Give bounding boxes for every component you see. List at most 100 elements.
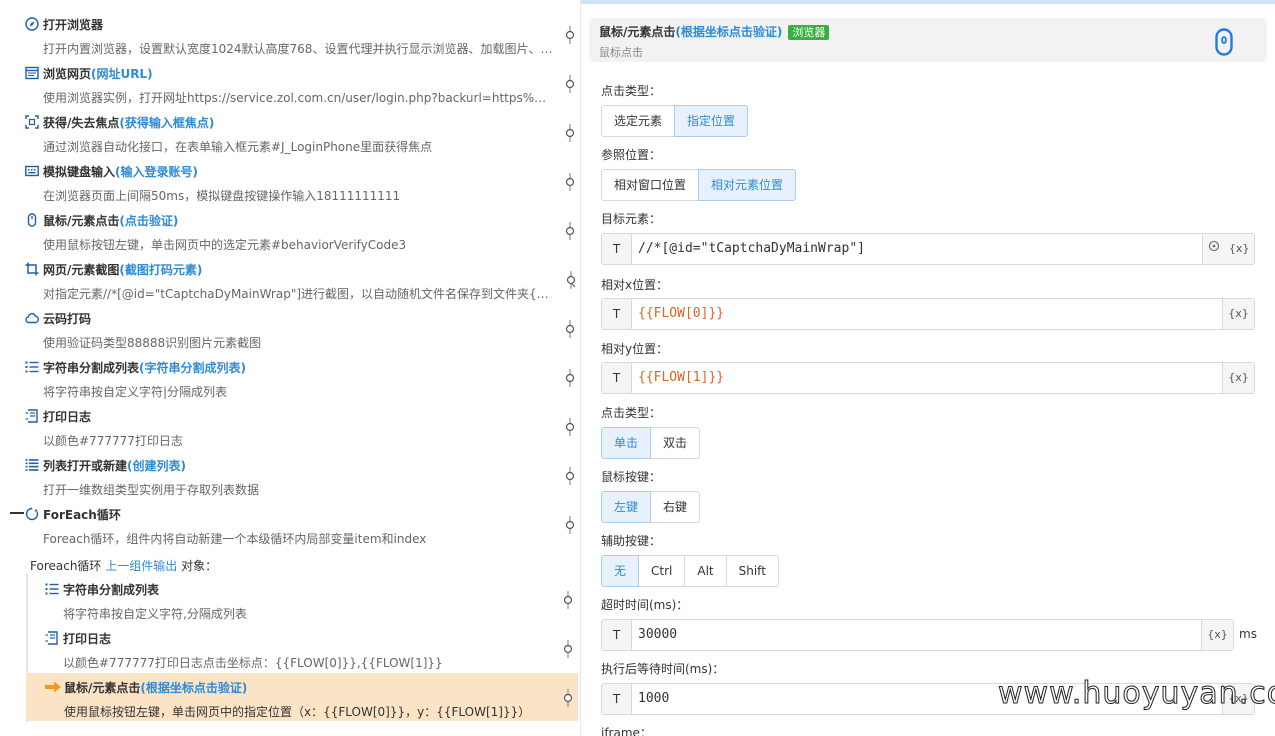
- type-text-icon[interactable]: T: [602, 363, 632, 393]
- connector-knob-icon[interactable]: [565, 369, 575, 387]
- flow-item-subtitle: (字符串分割成列表): [139, 361, 246, 375]
- timeout-unit: ms: [1239, 627, 1257, 641]
- relative-y-input[interactable]: {{FLOW[1]}}: [632, 363, 1222, 393]
- variable-button[interactable]: {x}: [1229, 234, 1250, 264]
- modifier-shift-button[interactable]: Shift: [725, 555, 779, 587]
- flow-item-title: 获得/失去焦点: [43, 116, 120, 130]
- relative-x-field[interactable]: T {{FLOW[0]}} {x}: [601, 298, 1255, 330]
- foreach-suffix: 对象：: [181, 559, 218, 573]
- flow-item-desc: 以颜色#777777打印日志点击坐标点：{{FLOW[0]}},{{FLOW[1…: [63, 656, 443, 670]
- flow-item-desc: 通过浏览器自动化接口，在表单输入框元素#J_LoginPhone里面获得焦点: [43, 140, 433, 154]
- type-text-icon[interactable]: T: [602, 234, 632, 264]
- flow-item-browse-page[interactable]: 浏览网页(网址URL) 使用浏览器实例，打开网址https://service.…: [24, 59, 580, 107]
- wait-after-label: 执行后等待时间(ms)：: [601, 662, 725, 676]
- foreach-prefix: Foreach循环: [30, 559, 102, 573]
- flow-item-title: 网页/元素截图: [43, 263, 120, 277]
- iframe-label: iframe：: [601, 726, 652, 736]
- variable-button[interactable]: {x}: [1201, 620, 1233, 650]
- click-type-element-button[interactable]: 选定元素: [601, 105, 676, 137]
- flow-item-captcha[interactable]: 云码打码 使用验证码类型88888识别图片元素截图: [24, 304, 580, 352]
- right-button[interactable]: 右键: [650, 491, 701, 523]
- target-element-field[interactable]: T //*[@id="tCaptchaDyMainWrap"] {x}: [601, 233, 1255, 265]
- relative-x-label: 相对x位置：: [601, 278, 669, 292]
- element-picker-icon[interactable]: [1208, 234, 1220, 264]
- flow-item-subtitle: (根据坐标点击验证): [140, 681, 248, 695]
- target-element-input[interactable]: //*[@id="tCaptchaDyMainWrap"]: [632, 234, 1202, 264]
- modifier-alt-button[interactable]: Alt: [684, 555, 727, 587]
- list-numbered-icon: [25, 360, 39, 374]
- timeout-input[interactable]: 30000: [632, 620, 1201, 650]
- flow-item-subtitle: (点击验证): [119, 214, 179, 228]
- mouse-button-group: 左键 右键: [601, 491, 701, 523]
- mouse-icon: [1215, 28, 1233, 56]
- flow-item-desc: 打开内置浏览器，设置默认宽度1024默认高度768、设置代理并执行显示浏览器、加…: [43, 42, 553, 56]
- single-click-button[interactable]: 单击: [601, 427, 652, 459]
- flow-item-title: 模拟键盘输入: [43, 165, 116, 179]
- relative-x-input[interactable]: {{FLOW[0]}}: [632, 299, 1222, 329]
- modifier-none-button[interactable]: 无: [601, 555, 640, 587]
- type-text-icon[interactable]: T: [602, 299, 632, 329]
- type-text-icon[interactable]: T: [602, 684, 632, 714]
- flow-item-focus[interactable]: 获得/失去焦点(获得输入框焦点) 通过浏览器自动化接口，在表单输入框元素#J_L…: [24, 108, 580, 156]
- relative-y-field[interactable]: T {{FLOW[1]}} {x}: [601, 362, 1255, 394]
- connector-knob-branch-icon[interactable]: [565, 271, 576, 289]
- double-click-button[interactable]: 双击: [650, 427, 701, 459]
- connector-knob-icon[interactable]: [565, 124, 575, 142]
- connector-knob-icon[interactable]: [563, 591, 573, 609]
- connector-knob-icon[interactable]: [565, 467, 575, 485]
- cloud-icon: [25, 311, 39, 325]
- click-type-position-button[interactable]: 指定位置: [674, 105, 749, 137]
- variable-button[interactable]: {x}: [1222, 363, 1254, 393]
- loop-icon: [25, 507, 39, 521]
- ref-window-button[interactable]: 相对窗口位置: [601, 169, 700, 201]
- flow-item-list-open[interactable]: 列表打开或新建(创建列表) 打开一维数组类型实例用于存取列表数据: [24, 451, 580, 499]
- flow-item-title: 鼠标/元素点击: [64, 681, 141, 695]
- flow-item-print-log[interactable]: 打印日志 以颜色#777777打印日志: [24, 402, 580, 450]
- flow-item-title: 字符串分割成列表: [43, 361, 140, 375]
- connector-knob-icon[interactable]: [565, 26, 575, 44]
- connector-knob-icon[interactable]: [565, 516, 575, 534]
- flow-item-screenshot[interactable]: 网页/元素截图(截图打码元素) 对指定元素//*[@id="tCaptchaDy…: [24, 255, 580, 303]
- connector-knob-icon[interactable]: [565, 418, 575, 436]
- flow-item-desc: Foreach循环，组件内将自动新建一个本级循环内局部变量item和index: [43, 532, 427, 546]
- connector-knob-icon[interactable]: [565, 222, 575, 240]
- variable-button[interactable]: {x}: [1222, 299, 1254, 329]
- list-numbered-icon: [45, 582, 59, 596]
- flow-item-desc: 打开一维数组类型实例用于存取列表数据: [43, 483, 260, 497]
- connector-knob-icon[interactable]: [565, 173, 575, 191]
- flow-item-title: 列表打开或新建: [43, 459, 128, 473]
- connector-knob-icon[interactable]: [563, 640, 573, 658]
- ref-element-button[interactable]: 相对元素位置: [698, 169, 797, 201]
- timeout-field[interactable]: T 30000 {x}: [601, 619, 1234, 651]
- connector-knob-icon[interactable]: [565, 75, 575, 93]
- flow-item-split-string[interactable]: 字符串分割成列表(字符串分割成列表) 将字符串按自定义字符|分隔成列表: [24, 353, 580, 401]
- flow-item-foreach[interactable]: ForEach循环 Foreach循环，组件内将自动新建一个本级循环内局部变量i…: [24, 500, 580, 548]
- mouse-button-label: 鼠标按键：: [601, 470, 662, 484]
- modifier-key-label: 辅助按键：: [601, 534, 662, 548]
- modifier-ctrl-button[interactable]: Ctrl: [638, 555, 686, 587]
- panel-subtitle: 鼠标点击: [599, 46, 643, 59]
- log-print-icon: [45, 631, 59, 645]
- flow-item-title: 打印日志: [43, 410, 92, 424]
- flow-item-desc: 使用鼠标按钮左键，单击网页中的选定元素#behaviorVerifyCode3: [43, 238, 407, 252]
- flow-item-mouse-click[interactable]: 鼠标/元素点击(点击验证) 使用鼠标按钮左键，单击网页中的选定元素#behavi…: [24, 206, 580, 254]
- flow-item-keyboard-input[interactable]: 模拟键盘输入(输入登录账号) 在浏览器页面上间隔50ms，模拟键盘按键操作输入1…: [24, 157, 580, 205]
- collapse-toggle-icon[interactable]: [10, 512, 24, 514]
- connector-knob-icon[interactable]: [565, 320, 575, 338]
- reference-label: 参照位置：: [601, 148, 662, 162]
- panel-header: 鼠标/元素点击(根据坐标点击验证) 浏览器 鼠标点击: [589, 18, 1267, 62]
- flow-item-desc: 将字符串按自定义字符,分隔成列表: [63, 607, 247, 621]
- connector-knob-icon[interactable]: [563, 689, 573, 707]
- log-print-icon: [25, 409, 39, 423]
- flow-item-title: 鼠标/元素点击: [43, 214, 120, 228]
- type-text-icon[interactable]: T: [602, 620, 632, 650]
- flow-item-nested-log[interactable]: 打印日志 以颜色#777777打印日志点击坐标点：{{FLOW[0]}},{{F…: [44, 624, 578, 672]
- flow-item-desc: 将字符串按自定义字符|分隔成列表: [43, 385, 228, 399]
- crop-icon: [25, 262, 39, 276]
- foreach-source-link[interactable]: 上一组件输出: [105, 559, 177, 573]
- flow-item-nested-split[interactable]: 字符串分割成列表 将字符串按自定义字符,分隔成列表: [44, 575, 578, 623]
- left-button[interactable]: 左键: [601, 491, 652, 523]
- flow-item-open-browser[interactable]: 打开浏览器 打开内置浏览器，设置默认宽度1024默认高度768、设置代理并执行显…: [24, 10, 580, 58]
- flow-item-nested-click-selected[interactable]: 鼠标/元素点击(根据坐标点击验证) 使用鼠标按钮左键，单击网页中的指定位置（x：…: [26, 673, 578, 721]
- flow-item-desc: 使用验证码类型88888识别图片元素截图: [43, 336, 262, 350]
